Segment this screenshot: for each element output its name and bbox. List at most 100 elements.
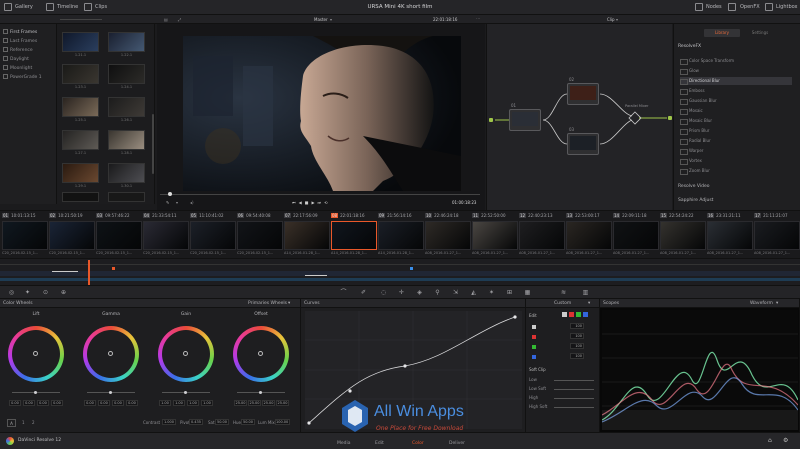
album-item[interactable]: Reference: [3, 47, 33, 53]
lum-mix-field[interactable]: 100.00: [275, 419, 290, 425]
nodes-button[interactable]: Nodes: [706, 4, 722, 10]
fx-item[interactable]: Prism Blur: [680, 127, 792, 135]
clip-thumbnail[interactable]: [707, 221, 753, 250]
album-item[interactable]: Last Frames: [3, 38, 37, 44]
album-item[interactable]: First Frames: [3, 29, 37, 35]
gamma-b[interactable]: 0.00: [126, 400, 138, 406]
clip-thumbnail[interactable]: [519, 221, 565, 250]
edit-value-g[interactable]: 100: [570, 343, 584, 349]
fx-item[interactable]: Color Space Transform: [680, 57, 792, 65]
keyframe-icon[interactable]: ✶: [488, 289, 495, 296]
chevron-down-icon[interactable]: ▾: [330, 17, 332, 22]
fx-item[interactable]: Vortex: [680, 157, 792, 165]
timeline-playhead[interactable]: [88, 260, 90, 286]
sat-field[interactable]: 50.00: [215, 419, 229, 425]
blur-icon[interactable]: ◈: [416, 289, 423, 296]
lift-b[interactable]: 0.00: [51, 400, 63, 406]
lift-r[interactable]: 0.00: [23, 400, 35, 406]
tab-library[interactable]: Library: [704, 29, 740, 37]
gain-y[interactable]: 1.00: [159, 400, 171, 406]
scopes-icon[interactable]: ▥: [582, 289, 589, 296]
gamma-r[interactable]: 0.00: [98, 400, 110, 406]
gain-r[interactable]: 1.00: [173, 400, 185, 406]
contrast-field[interactable]: 1.000: [162, 419, 176, 425]
video-track[interactable]: [0, 271, 800, 276]
gain-wheel-center[interactable]: [183, 351, 188, 356]
curves-icon[interactable]: ⌒: [340, 289, 347, 296]
clip-thumbnail[interactable]: [660, 221, 706, 250]
viewer-name[interactable]: Master: [314, 17, 328, 22]
auto-balance-button[interactable]: A: [7, 419, 16, 427]
slider-knob[interactable]: [184, 391, 187, 394]
offset-b[interactable]: 25.00: [276, 400, 289, 406]
gain-g[interactable]: 1.00: [187, 400, 199, 406]
album-item[interactable]: Moonlight: [3, 65, 32, 71]
clip-thumbnail[interactable]: [425, 221, 471, 250]
fx-item[interactable]: Gaussian Blur: [680, 97, 792, 105]
channel-b-button[interactable]: [583, 312, 588, 317]
lift-wheel-center[interactable]: [33, 351, 38, 356]
color-wheels-icon[interactable]: ◎: [8, 289, 15, 296]
openfx-icon[interactable]: [728, 3, 736, 11]
slider-knob[interactable]: [259, 391, 262, 394]
album-item[interactable]: Daylight: [3, 56, 29, 62]
clip-thumbnail[interactable]: [2, 221, 48, 250]
page-tab-media[interactable]: Media: [337, 441, 351, 446]
category-heading[interactable]: Sapphire Adjust: [678, 198, 713, 203]
thumb-size-slider[interactable]: [60, 19, 102, 20]
edit-value-b[interactable]: 100: [570, 353, 584, 359]
gamma-g[interactable]: 0.00: [112, 400, 124, 406]
page-tab-color[interactable]: Color: [412, 441, 424, 446]
low-slider[interactable]: [554, 380, 594, 381]
corrector-node-02[interactable]: [567, 83, 599, 105]
3d-icon[interactable]: ◭: [470, 289, 477, 296]
node-output-port[interactable]: [668, 116, 672, 120]
still-thumbnail[interactable]: [108, 130, 145, 150]
fx-item[interactable]: Mosaic Blur: [680, 117, 792, 125]
clip-thumbnail[interactable]: [237, 221, 283, 250]
wheels-mode-select[interactable]: Primaries Wheels: [248, 301, 287, 306]
low-soft-slider[interactable]: [554, 389, 594, 390]
clip-thumbnail[interactable]: [566, 221, 612, 250]
fx-item[interactable]: Zoom Blur: [680, 167, 792, 175]
fx-item-selected[interactable]: Directional Blur: [680, 77, 792, 85]
corrector-node-03[interactable]: [567, 133, 599, 155]
chevron-down-icon[interactable]: ▾: [176, 200, 178, 205]
chevron-down-icon[interactable]: ▾: [776, 301, 778, 306]
clip-thumbnail[interactable]: [96, 221, 142, 250]
page-2-dot[interactable]: 2: [32, 420, 35, 425]
node-input-port[interactable]: [489, 118, 493, 122]
still-thumbnail[interactable]: [108, 64, 145, 84]
clip-thumbnail[interactable]: [378, 221, 424, 250]
page-tab-edit[interactable]: Edit: [375, 441, 384, 446]
pivot-field[interactable]: 0.435: [189, 419, 203, 425]
lift-g[interactable]: 0.00: [37, 400, 49, 406]
still-thumbnail[interactable]: [108, 32, 145, 52]
settings-gear-icon[interactable]: ⚙: [783, 437, 788, 444]
offset-wheel-center[interactable]: [258, 351, 263, 356]
still-thumbnail[interactable]: [108, 97, 145, 117]
channel-y-button[interactable]: [562, 312, 567, 317]
page-1-dot[interactable]: 1: [22, 420, 25, 425]
still-thumbnail[interactable]: [62, 97, 99, 117]
gain-b[interactable]: 1.00: [201, 400, 213, 406]
rgb-mixer-icon[interactable]: ✦: [24, 289, 31, 296]
fx-item[interactable]: Glow: [680, 67, 792, 75]
hue-field[interactable]: 50.00: [241, 419, 255, 425]
category-heading[interactable]: Resolve Video: [678, 184, 710, 189]
still-thumbnail[interactable]: [62, 163, 99, 183]
clip-thumbnail[interactable]: [143, 221, 189, 250]
corrector-node-01[interactable]: [509, 109, 541, 131]
clip-thumbnail[interactable]: [284, 221, 330, 250]
channel-g-button[interactable]: [576, 312, 581, 317]
chevron-down-icon[interactable]: ▾: [288, 301, 290, 306]
still-thumbnail[interactable]: [62, 192, 99, 202]
edit-value-r[interactable]: 100: [570, 333, 584, 339]
wave-icon[interactable]: ≋: [560, 289, 567, 296]
fx-item[interactable]: Radial Blur: [680, 137, 792, 145]
tab-settings[interactable]: Settings: [742, 29, 778, 37]
still-thumbnail[interactable]: [108, 163, 145, 183]
slider-knob[interactable]: [109, 391, 112, 394]
viewer-options-icon[interactable]: ▤: [164, 17, 168, 22]
edit-value-y[interactable]: 100: [570, 323, 584, 329]
